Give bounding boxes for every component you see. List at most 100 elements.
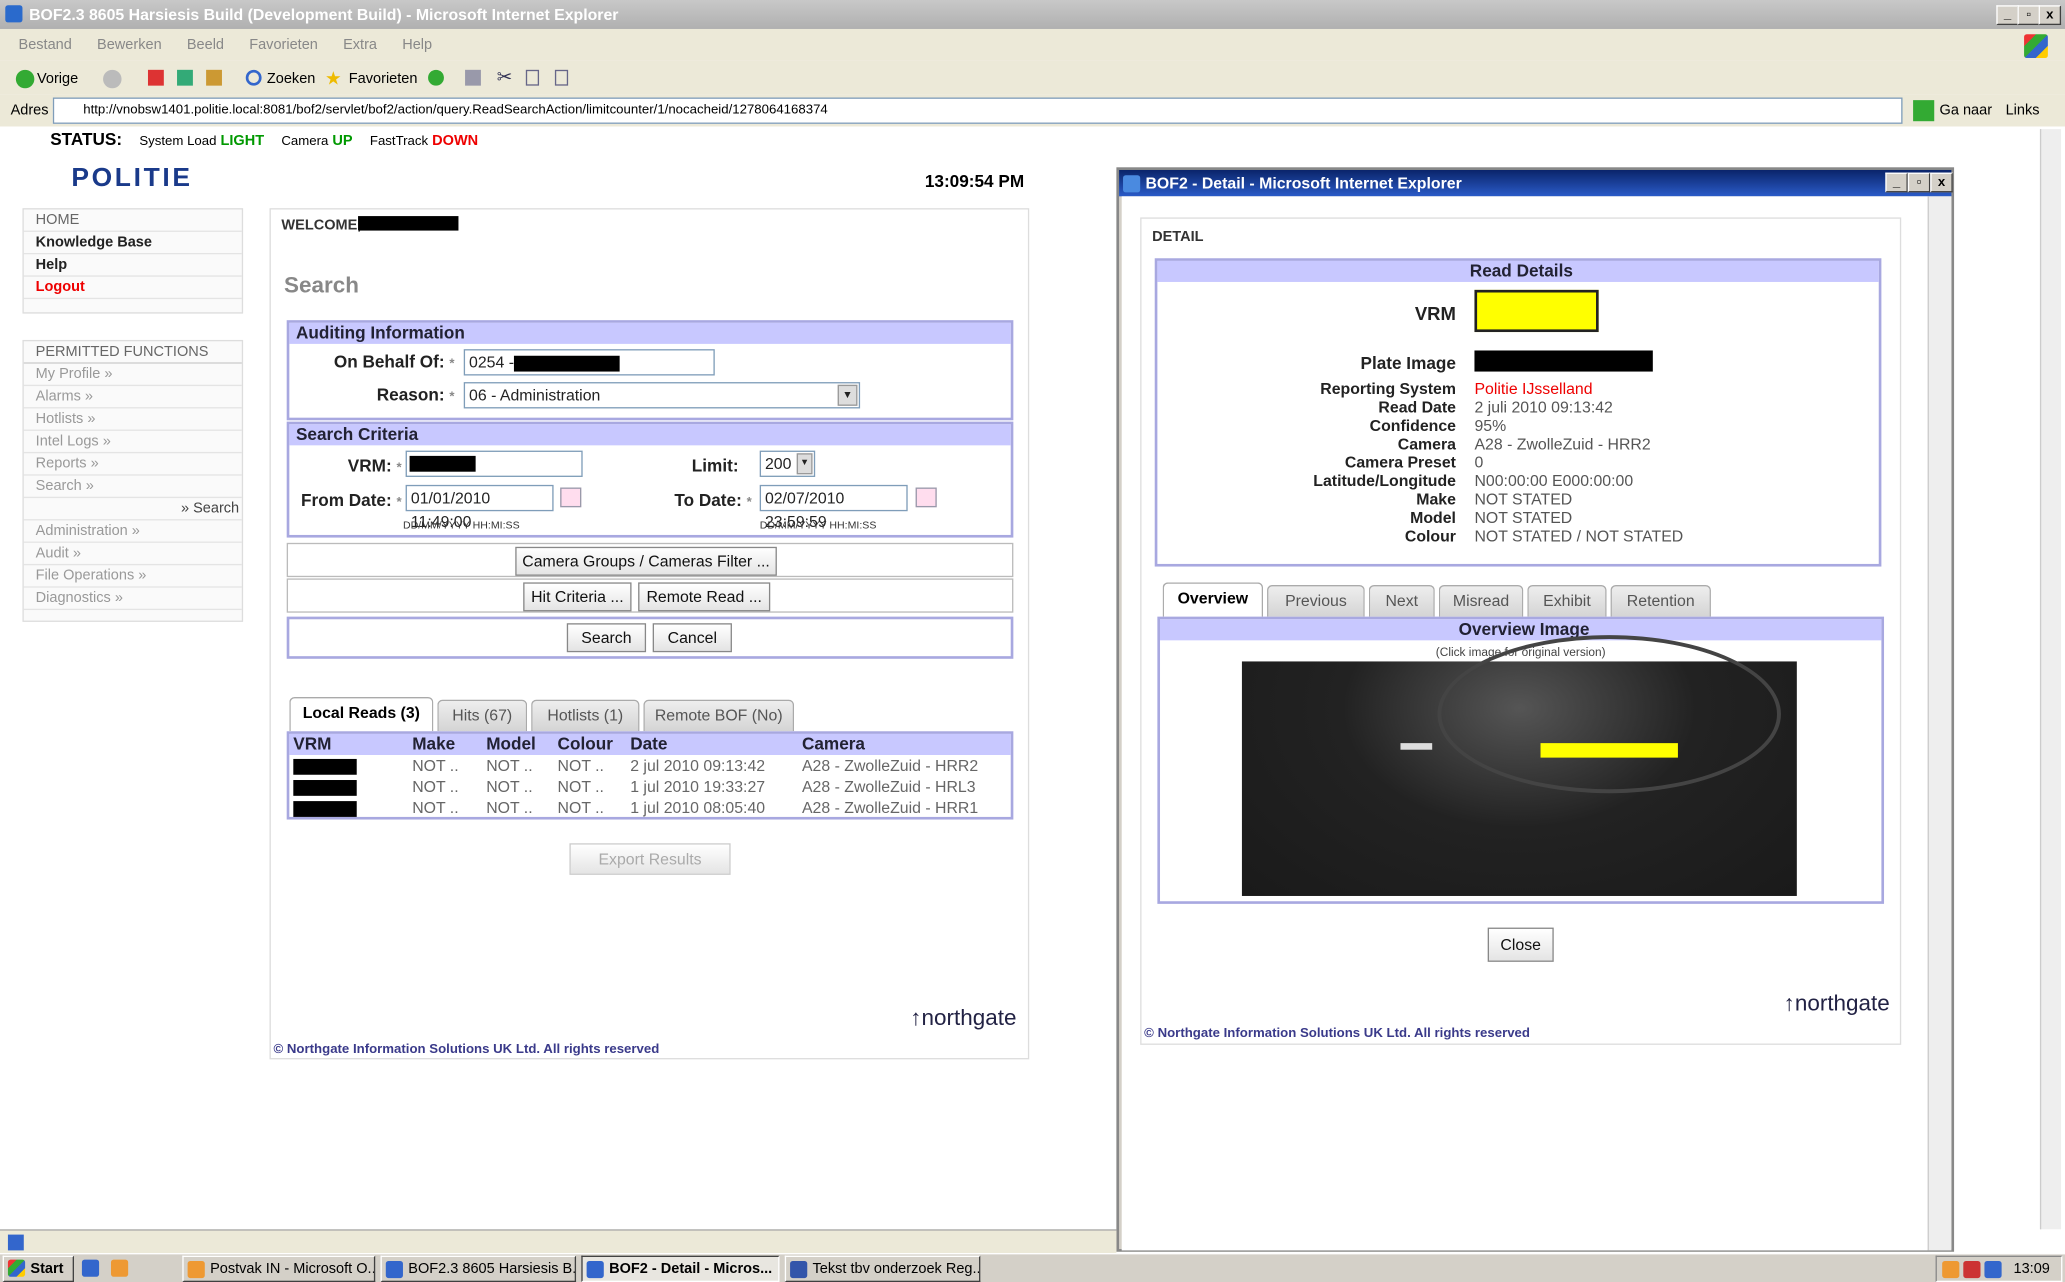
- field-value: 2 juli 2010 09:13:42: [1474, 397, 1613, 417]
- col-make[interactable]: Make: [412, 734, 455, 755]
- stop-icon[interactable]: [147, 69, 164, 86]
- back-button[interactable]: Vorige: [37, 71, 78, 87]
- chevron-down-icon[interactable]: ▼: [796, 453, 813, 475]
- menu-bewerken[interactable]: Bewerken: [97, 37, 162, 53]
- table-row[interactable]: NOT .. NOT .. NOT .. 1 jul 2010 19:33:27…: [289, 777, 1010, 798]
- nav-alarms[interactable]: Alarms »: [23, 386, 242, 409]
- export-results-button[interactable]: Export Results: [569, 843, 731, 875]
- camera-filter-button[interactable]: Camera Groups / Cameras Filter ...: [515, 546, 777, 576]
- remote-read-button[interactable]: Remote Read ...: [638, 582, 771, 612]
- cut-icon[interactable]: ✂: [497, 66, 513, 88]
- to-date-input[interactable]: 02/07/2010 23:59:59: [759, 484, 908, 531]
- links-button[interactable]: Links: [2006, 103, 2040, 119]
- menu-bestand[interactable]: Bestand: [18, 37, 71, 53]
- star-icon[interactable]: ★: [325, 67, 342, 89]
- nav-help[interactable]: Help: [23, 254, 242, 277]
- home-icon[interactable]: [206, 69, 222, 86]
- search-toolbar-button[interactable]: Zoeken: [267, 71, 315, 87]
- nav-diagnostics[interactable]: Diagnostics »: [23, 588, 242, 611]
- task-word[interactable]: Tekst tbv onderzoek Reg...: [784, 1255, 981, 1282]
- overview-image[interactable]: [1241, 635, 1797, 896]
- field-value: Politie IJsselland: [1474, 379, 1593, 398]
- col-camera[interactable]: Camera: [802, 734, 865, 755]
- redacted-username: [358, 216, 459, 231]
- menu-extra[interactable]: Extra: [343, 37, 377, 53]
- back-icon[interactable]: [15, 69, 35, 89]
- minimize-button[interactable]: _: [1996, 5, 2019, 26]
- task-bof2-detail[interactable]: BOF2 - Detail - Micros...: [581, 1255, 780, 1282]
- detail-minimize-button[interactable]: _: [1885, 172, 1908, 193]
- nav-reports[interactable]: Reports »: [23, 453, 242, 476]
- tab-misread[interactable]: Misread: [1438, 585, 1524, 617]
- col-model[interactable]: Model: [486, 734, 536, 755]
- calendar-icon[interactable]: [915, 487, 937, 508]
- table-row[interactable]: NOT .. NOT .. NOT .. 1 jul 2010 08:05:40…: [289, 798, 1010, 819]
- col-colour[interactable]: Colour: [558, 734, 613, 755]
- col-date[interactable]: Date: [630, 734, 667, 755]
- copy-icon[interactable]: [525, 69, 540, 86]
- nav-intel-logs[interactable]: Intel Logs »: [23, 431, 242, 454]
- tab-hits[interactable]: Hits (67): [437, 699, 528, 732]
- cancel-button[interactable]: Cancel: [652, 623, 732, 653]
- tab-previous[interactable]: Previous: [1267, 585, 1365, 617]
- refresh-icon[interactable]: [177, 69, 193, 86]
- nav-home[interactable]: HOME: [23, 209, 242, 232]
- nav-hotlists[interactable]: Hotlists »: [23, 408, 242, 431]
- nav-search-sub[interactable]: » Search: [23, 498, 242, 521]
- nav-administration[interactable]: Administration »: [23, 520, 242, 543]
- task-outlook[interactable]: Postvak IN - Microsoft O...: [182, 1255, 376, 1282]
- hit-criteria-button[interactable]: Hit Criteria ...: [523, 582, 632, 612]
- table-row[interactable]: NOT .. NOT .. NOT .. 2 jul 2010 09:13:42…: [289, 756, 1010, 777]
- tab-next[interactable]: Next: [1368, 585, 1435, 617]
- close-button[interactable]: Close: [1487, 927, 1554, 962]
- paste-icon[interactable]: [554, 69, 569, 86]
- field-value: NOT STATED: [1474, 508, 1573, 528]
- windows-flag-icon: [2024, 34, 2048, 58]
- nav-logout[interactable]: Logout: [23, 277, 242, 300]
- nav-audit[interactable]: Audit »: [23, 543, 242, 566]
- go-icon[interactable]: [1913, 100, 1935, 122]
- tab-remote-bof[interactable]: Remote BOF (No): [643, 699, 795, 732]
- calendar-icon[interactable]: [560, 487, 582, 508]
- task-bof2-main[interactable]: BOF2.3 8605 Harsiesis B...: [380, 1255, 577, 1282]
- nav-file-operations[interactable]: File Operations »: [23, 565, 242, 588]
- nav-my-profile[interactable]: My Profile »: [23, 364, 242, 387]
- field-value: NOT STATED / NOT STATED: [1474, 527, 1684, 546]
- outlook-quicklaunch-icon[interactable]: [110, 1259, 129, 1277]
- from-date-input[interactable]: 01/01/2010 11:49:00: [405, 484, 554, 531]
- reason-select[interactable]: 06 - Administration ▼: [463, 382, 861, 409]
- detail-close-button[interactable]: x: [1930, 172, 1953, 193]
- from-label-text: From Date:: [301, 490, 392, 510]
- favorites-button[interactable]: Favorieten: [349, 71, 418, 87]
- forward-icon[interactable]: [103, 69, 122, 89]
- detail-scrollbar[interactable]: [1927, 196, 1952, 1251]
- detail-window: BOF2 - Detail - Microsoft Internet Explo…: [1116, 167, 1955, 1252]
- search-button[interactable]: Search: [566, 623, 647, 653]
- menu-beeld[interactable]: Beeld: [187, 37, 224, 53]
- history-icon[interactable]: [428, 69, 444, 86]
- main-scrollbar[interactable]: [2039, 129, 2062, 1230]
- limit-select[interactable]: 200 ▼: [759, 450, 816, 477]
- tab-retention[interactable]: Retention: [1610, 585, 1711, 617]
- nav-search[interactable]: Search »: [23, 476, 242, 499]
- tray-icon[interactable]: [1984, 1260, 2002, 1279]
- ie-quicklaunch-icon[interactable]: [81, 1259, 100, 1277]
- search-icon[interactable]: [245, 69, 262, 86]
- tab-local-reads[interactable]: Local Reads (3): [289, 697, 434, 732]
- close-window-button[interactable]: x: [2038, 5, 2062, 26]
- go-button[interactable]: Ga naar: [1940, 103, 1993, 119]
- tray-icon[interactable]: [1963, 1260, 1981, 1279]
- restore-button[interactable]: ▫: [2017, 5, 2040, 26]
- mail-icon[interactable]: [465, 69, 481, 86]
- detail-restore-button[interactable]: ▫: [1907, 172, 1931, 193]
- tab-hotlists[interactable]: Hotlists (1): [531, 699, 640, 732]
- chevron-down-icon[interactable]: ▼: [837, 384, 858, 406]
- tab-overview[interactable]: Overview: [1162, 582, 1264, 617]
- url-field[interactable]: http://vnobsw1401.politie.local:8081/bof…: [52, 97, 1903, 124]
- menu-help[interactable]: Help: [402, 37, 432, 53]
- tray-icon[interactable]: [1942, 1260, 1960, 1279]
- col-vrm[interactable]: VRM: [293, 734, 331, 755]
- menu-favorieten[interactable]: Favorieten: [249, 37, 318, 53]
- nav-knowledge-base[interactable]: Knowledge Base: [23, 232, 242, 255]
- tab-exhibit[interactable]: Exhibit: [1527, 585, 1607, 617]
